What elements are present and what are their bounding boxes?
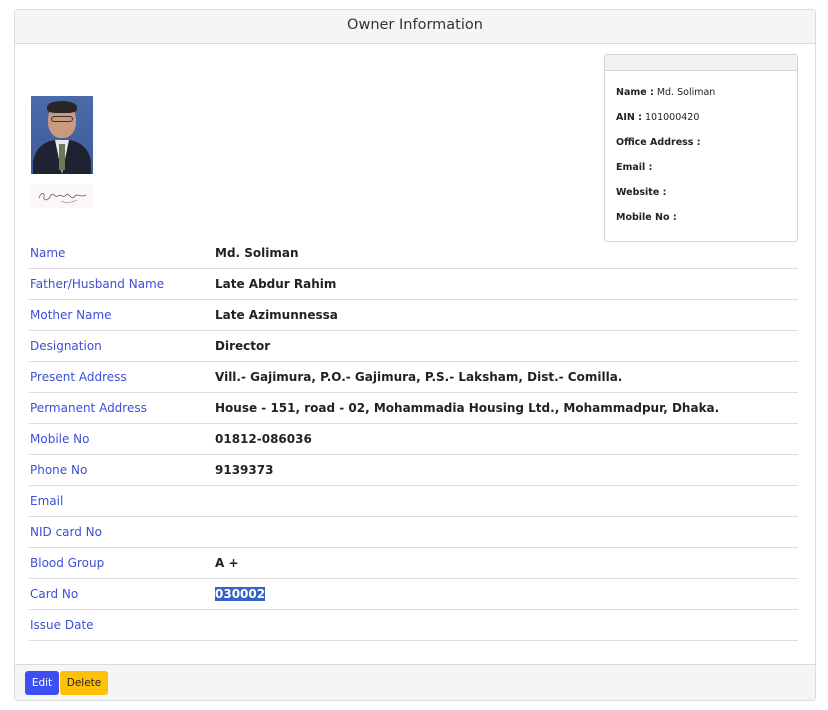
detail-label: Permanent Address xyxy=(30,401,147,415)
owner-details-table: Name Md. Soliman Father/Husband Name Late … xyxy=(29,238,798,641)
detail-row-designation: Designation Director xyxy=(29,331,798,362)
detail-label: Card No xyxy=(30,587,79,601)
owner-signature xyxy=(31,184,93,208)
detail-row-phone-no: Phone No 9139373 xyxy=(29,455,798,486)
detail-label: Mother Name xyxy=(30,308,112,322)
summary-header xyxy=(605,55,797,71)
owner-summary-box: Name : Md. Soliman AIN : 101000420 Offic… xyxy=(604,54,798,242)
card-header: Owner Information xyxy=(15,10,815,44)
summary-name: Name : Md. Soliman xyxy=(616,87,716,98)
detail-row-mother-name: Mother Name Late Azimunnessa xyxy=(29,300,798,331)
detail-label: Present Address xyxy=(30,370,127,384)
detail-label: NID card No xyxy=(30,525,102,539)
summary-website: Website : xyxy=(616,187,667,198)
detail-label: Phone No xyxy=(30,463,88,477)
detail-label: Blood Group xyxy=(30,556,105,570)
detail-label: Name xyxy=(30,246,66,260)
detail-value: Late Abdur Rahim xyxy=(215,277,337,291)
page-title: Owner Information xyxy=(347,17,483,33)
summary-ain: AIN : 101000420 xyxy=(616,112,700,123)
detail-value: Vill.- Gajimura, P.O.- Gajimura, P.S.- L… xyxy=(215,370,623,384)
owner-info-card: Owner Information Name : Md. Soliman AIN… xyxy=(14,9,816,701)
detail-row-email: Email xyxy=(29,486,798,517)
detail-row-card-no: Card No 030002 xyxy=(29,579,798,610)
summary-office-address: Office Address : xyxy=(616,137,701,148)
detail-value: 9139373 xyxy=(215,463,274,477)
card-footer: Edit Delete xyxy=(15,664,815,700)
detail-row-present-address: Present Address Vill.- Gajimura, P.O.- Ga… xyxy=(29,362,798,393)
detail-row-permanent-address: Permanent Address House - 151, road - 02,… xyxy=(29,393,798,424)
detail-label: Issue Date xyxy=(30,618,94,632)
summary-mobile: Mobile No : xyxy=(616,212,677,223)
detail-row-issue-date: Issue Date xyxy=(29,610,798,641)
owner-photo xyxy=(31,96,93,174)
detail-row-name: Name Md. Soliman xyxy=(29,238,798,269)
detail-label: Father/Husband Name xyxy=(30,277,165,291)
detail-value: House - 151, road - 02, Mohammadia Housi… xyxy=(215,401,720,415)
detail-row-father-husband-name: Father/Husband Name Late Abdur Rahim xyxy=(29,269,798,300)
detail-value: Late Azimunnessa xyxy=(215,308,338,322)
detail-label: Email xyxy=(30,494,64,508)
detail-label: Mobile No xyxy=(30,432,90,446)
detail-row-blood-group: Blood Group A + xyxy=(29,548,798,579)
detail-value: 01812-086036 xyxy=(215,432,312,446)
detail-value: Md. Soliman xyxy=(215,246,299,260)
edit-button[interactable]: Edit xyxy=(25,671,59,695)
detail-value: A + xyxy=(215,556,239,570)
detail-row-mobile-no: Mobile No 01812-086036 xyxy=(29,424,798,455)
detail-value: Director xyxy=(215,339,271,353)
delete-button[interactable]: Delete xyxy=(60,671,108,695)
detail-value-selected: 030002 xyxy=(215,587,266,601)
detail-label: Designation xyxy=(30,339,102,353)
detail-row-nid-card-no: NID card No xyxy=(29,517,798,548)
summary-email: Email : xyxy=(616,162,653,173)
